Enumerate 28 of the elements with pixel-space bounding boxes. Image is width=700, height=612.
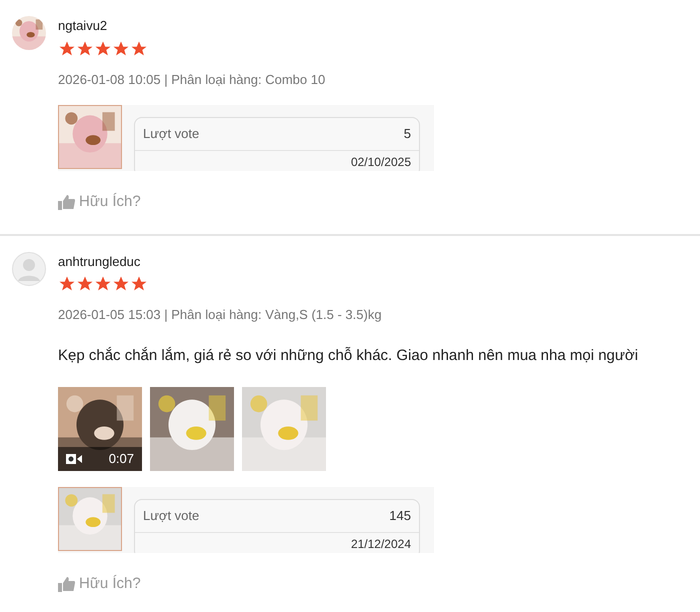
thumbs-up-icon — [58, 194, 75, 210]
star-icon — [76, 275, 94, 293]
helpful-button[interactable]: Hữu Ích? — [58, 573, 141, 596]
username: anhtrungleduc — [58, 252, 142, 271]
vote-count: 5 — [404, 125, 411, 143]
star-icon — [94, 275, 112, 293]
star-icon — [112, 40, 130, 58]
star-icon — [130, 275, 148, 293]
star-icon — [76, 40, 94, 58]
video-duration: 0:07 — [108, 450, 134, 468]
vote-date: 21/12/2024 — [350, 536, 411, 552]
review-meta: 2026-01-08 10:05 | Phân loại hàng: Combo 10 — [58, 70, 326, 89]
star-icon — [58, 275, 76, 293]
username: ngtaivu2 — [58, 17, 108, 35]
star-icon — [112, 275, 130, 293]
helpful-button[interactable]: Hữu Ích? — [58, 191, 141, 214]
star-icon — [94, 40, 112, 58]
vote-label: Lượt vote — [143, 507, 200, 525]
avatar-icon — [12, 252, 46, 286]
vote-date: 02/10/2025 — [350, 154, 411, 170]
review-comment: Kẹp chắc chắn lắm, giá rẻ so với những chỗ khác. Giao nhanh nên mua nha mọi người — [58, 346, 640, 366]
review-meta: 2026-01-05 15:03 | Phân loại hàng: Vàng,S (1.5 - 3.5)kg — [58, 306, 383, 324]
star-icon — [58, 40, 76, 58]
vote-count: 145 — [389, 507, 411, 525]
thumbs-up-icon — [58, 576, 75, 592]
star-icon — [130, 40, 148, 58]
vote-label: Lượt vote — [143, 125, 200, 143]
video-camera-icon — [66, 454, 82, 464]
